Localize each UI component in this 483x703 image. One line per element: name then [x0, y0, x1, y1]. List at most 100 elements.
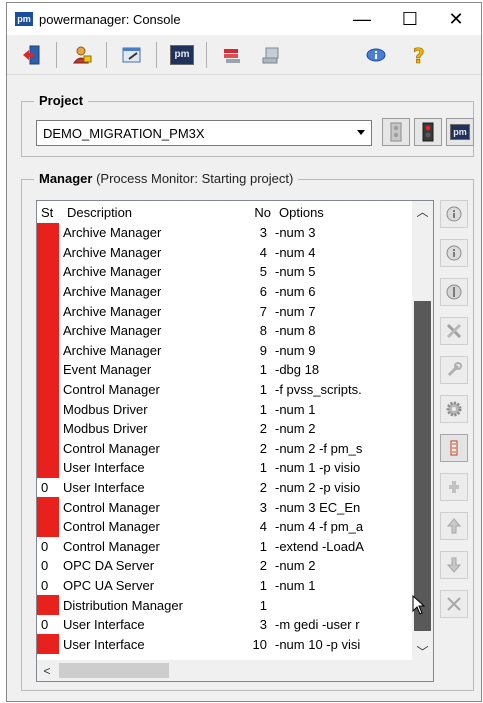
maximize-button[interactable]: ☐: [387, 3, 433, 35]
tools-button[interactable]: [440, 317, 468, 345]
table-row[interactable]: 0 OPC DA Server 2 -num 2: [37, 556, 414, 576]
description-cell: Control Manager: [63, 519, 160, 535]
user-button[interactable]: [67, 40, 97, 70]
table-row[interactable]: 0 Control Manager 2 -num 2 -f pm_s: [37, 438, 414, 459]
options-cell: -f pvss_scripts.: [275, 382, 362, 398]
description-cell: OPC UA Server: [63, 577, 155, 593]
options-cell: -num 5: [275, 264, 316, 280]
scroll-left-icon[interactable]: <: [37, 660, 57, 681]
info-icon: [446, 206, 462, 222]
number-cell: 1: [259, 597, 267, 613]
stop-manager-button[interactable]: [440, 278, 468, 306]
delete-manager-button[interactable]: [440, 590, 468, 618]
import-icon: [262, 47, 279, 63]
move-up-button[interactable]: [440, 512, 468, 540]
status-cell: 0: [37, 379, 59, 400]
table-row[interactable]: 0 Control Manager 3 -num 3 EC_En: [37, 497, 414, 517]
table-row[interactable]: 0 Modbus Driver 2 -num 2: [37, 418, 414, 439]
table-row[interactable]: 0 Archive Manager 7 -num 7: [37, 301, 414, 321]
table-row[interactable]: 0 OPC UA Server 1 -num 1: [37, 576, 414, 596]
pm-button[interactable]: pm: [167, 40, 197, 70]
project-select[interactable]: DEMO_MIGRATION_PM3X: [36, 120, 372, 146]
table-row[interactable]: 0 Control Manager 4 -num 4 -f pm_a: [37, 516, 414, 537]
export-button[interactable]: [217, 40, 247, 70]
number-cell: 7: [259, 303, 267, 319]
column-header-no[interactable]: No: [247, 205, 277, 220]
table-row[interactable]: 0 Distribution Manager 1: [37, 595, 414, 615]
table-row[interactable]: 0 Archive Manager 4 -num 4: [37, 242, 414, 263]
column-header-description[interactable]: Description: [63, 205, 247, 220]
help-button[interactable]: ?: [404, 40, 434, 70]
table-row[interactable]: 0 User Interface 1 -num 1 -p visio: [37, 458, 414, 478]
project-stop-button[interactable]: [414, 118, 442, 146]
title-bar[interactable]: pm powermanager: Console — ☐ ✕: [7, 3, 481, 35]
table-row[interactable]: 0 Archive Manager 3 -num 3: [37, 223, 414, 243]
manager-list[interactable]: St Description No Options 0 Archive Manag…: [36, 200, 434, 682]
horizontal-scrollbar[interactable]: <: [37, 660, 414, 681]
status-cell: 0: [37, 634, 59, 655]
status-cell: 0: [41, 577, 49, 593]
options-cell: -num 1 -p visio: [275, 460, 361, 476]
scroll-down-icon[interactable]: ﹀: [412, 641, 433, 661]
status-cell: 0: [41, 617, 49, 633]
pm-logo-icon: pm: [170, 44, 194, 65]
options-cell: -dbg 18: [275, 362, 320, 378]
options-cell: -num 2: [275, 421, 316, 437]
settings-button[interactable]: [440, 395, 468, 423]
scroll-thumb[interactable]: [414, 301, 431, 631]
number-cell: 4: [259, 519, 267, 535]
status-cell: 0: [37, 399, 59, 419]
table-row[interactable]: 0 Control Manager 1 -extend -LoadA: [37, 537, 414, 557]
table-row[interactable]: 0 Event Manager 1 -dbg 18: [37, 360, 414, 380]
chevron-down-icon[interactable]: [357, 130, 365, 135]
number-cell: 1: [259, 577, 267, 593]
description-cell: Modbus Driver: [63, 401, 148, 417]
options-cell: -num 2 -f pm_s: [275, 440, 363, 456]
options-cell: -num 4 -f pm_a: [275, 519, 364, 535]
table-row[interactable]: 0 Archive Manager 5 -num 5: [37, 262, 414, 282]
number-cell: 5: [259, 264, 267, 280]
tools-icon: [446, 323, 462, 339]
close-button[interactable]: ✕: [433, 3, 479, 35]
column-header-st[interactable]: St: [37, 205, 63, 220]
move-down-button[interactable]: [440, 551, 468, 579]
table-row[interactable]: 0 User Interface 2 -num 2 -p visio: [37, 478, 414, 498]
status-cell: 0: [41, 480, 49, 496]
table-row[interactable]: 0 Control Manager 1 -f pvss_scripts.: [37, 379, 414, 400]
move-up-icon: [446, 518, 462, 534]
info-button-2[interactable]: [440, 239, 468, 267]
table-row[interactable]: 0 Archive Manager 8 -num 8: [37, 320, 414, 341]
options-cell: -num 7: [275, 303, 316, 319]
status-cell: 0: [37, 281, 59, 302]
add-manager-button[interactable]: [440, 473, 468, 501]
column-header-options[interactable]: Options: [277, 205, 387, 220]
toolbar-separator: [106, 41, 107, 68]
project-pm-button[interactable]: pm: [446, 118, 474, 146]
table-row[interactable]: 0 User Interface 10 -num 10 -p visi: [37, 634, 414, 655]
options-cell: -num 1: [275, 577, 316, 593]
toolbar-separator: [56, 41, 57, 68]
minimize-button[interactable]: —: [339, 3, 385, 35]
wrench-button[interactable]: [440, 356, 468, 384]
exit-button[interactable]: [17, 40, 47, 70]
scroll-up-icon[interactable]: ︿: [412, 201, 433, 221]
table-row[interactable]: 0 Modbus Driver 1 -num 1: [37, 399, 414, 419]
edit-button[interactable]: [117, 40, 147, 70]
toolbar: pm ?: [7, 35, 481, 75]
import-button[interactable]: [256, 40, 286, 70]
edit-manager-button[interactable]: [440, 434, 468, 462]
description-cell: Control Manager: [63, 440, 160, 456]
traffic-light-red-icon: [422, 122, 434, 142]
vertical-scrollbar[interactable]: ︿ ﹀: [412, 201, 433, 661]
number-cell: 1: [259, 460, 267, 476]
table-row[interactable]: 0 Archive Manager 6 -num 6: [37, 281, 414, 302]
wrench-icon: [447, 362, 462, 377]
table-row[interactable]: 0 User Interface 3 -m gedi -user r: [37, 615, 414, 635]
table-row[interactable]: 0 Archive Manager 9 -num 9: [37, 340, 414, 361]
status-cell: 0: [37, 360, 59, 380]
delete-icon: [447, 597, 461, 611]
project-start-button[interactable]: [382, 118, 410, 146]
info-button[interactable]: [361, 40, 391, 70]
info-button[interactable]: [440, 200, 468, 228]
horizontal-scroll-thumb[interactable]: [59, 663, 169, 678]
